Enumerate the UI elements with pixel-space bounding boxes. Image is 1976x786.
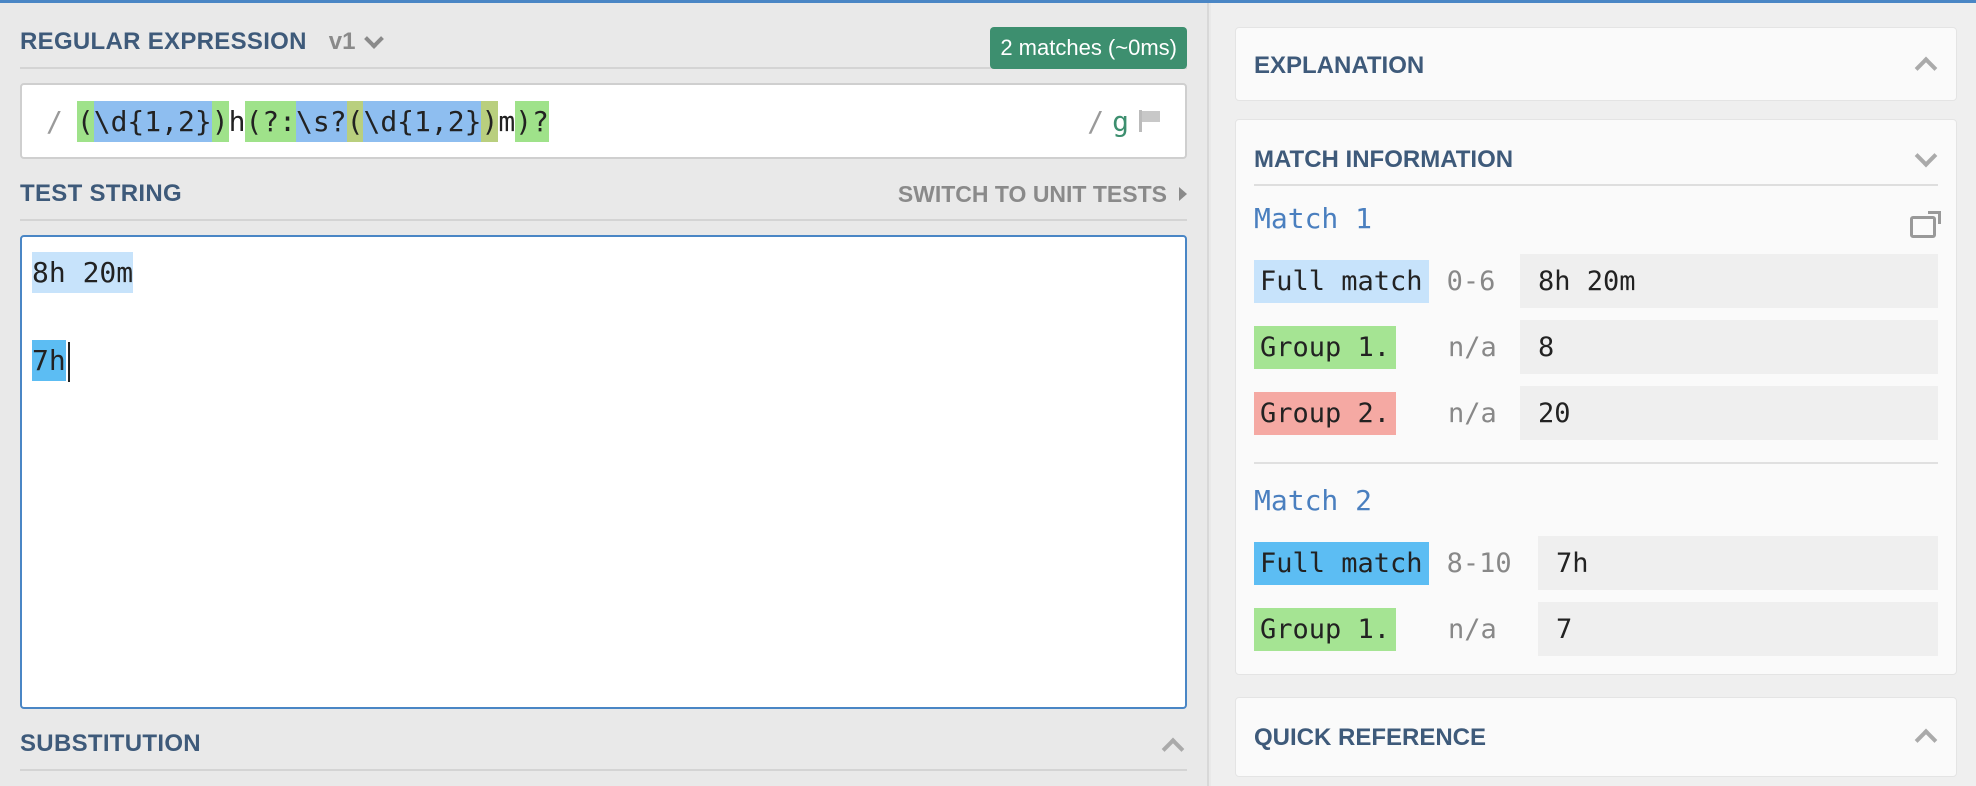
- editor-pane: REGULAR EXPRESSION v1 2 matches (~0ms) /…: [0, 3, 1209, 786]
- match-count-badge: 2 matches (~0ms): [990, 27, 1187, 69]
- version-label: v1: [328, 28, 356, 55]
- flag-icon[interactable]: [1137, 108, 1163, 134]
- match-range: n/a: [1448, 331, 1497, 363]
- chevron-down-icon: [364, 29, 385, 49]
- regex-token: (: [76, 100, 94, 142]
- regex-section-title: REGULAR EXPRESSION: [20, 28, 307, 55]
- match-value: 8h 20m: [1520, 254, 1938, 308]
- match-value: 7h: [1538, 536, 1938, 590]
- divider: [1254, 184, 1938, 186]
- match-range: 0-6: [1446, 265, 1496, 297]
- match-row: Group 1. n/a 7: [1254, 602, 1938, 656]
- caret-right-icon: [1179, 187, 1187, 201]
- chevron-up-icon[interactable]: [1914, 56, 1938, 80]
- test-string-editor[interactable]: 8h 20m 7h: [20, 235, 1187, 709]
- highlighted-match: 8h 20m: [32, 252, 134, 293]
- match-title: Match 2: [1254, 484, 1373, 517]
- share-icon[interactable]: [1910, 211, 1941, 238]
- switch-to-unit-tests-link[interactable]: SWITCH TO UNIT TESTS: [898, 181, 1187, 208]
- regex-delimiter-open: /: [46, 104, 63, 138]
- match-row: Full match 0-6 8h 20m: [1254, 254, 1938, 308]
- group-2-label: Group 2.: [1254, 391, 1397, 435]
- regex-token: (?:: [245, 100, 297, 142]
- regex-token: ): [481, 100, 499, 142]
- match-value: 7: [1538, 602, 1938, 656]
- quick-reference-title: QUICK REFERENCE: [1254, 724, 1487, 751]
- highlighted-match: 7h: [32, 340, 66, 381]
- regex-flags[interactable]: g: [1112, 105, 1129, 138]
- regex-token: h: [228, 104, 246, 138]
- substitution-title: SUBSTITUTION: [20, 730, 201, 757]
- text-caret: [67, 342, 70, 382]
- regex-delimiter-close: /: [1087, 104, 1105, 138]
- explanation-title: EXPLANATION: [1254, 52, 1425, 79]
- match-row: Group 2. n/a 20: [1254, 386, 1938, 440]
- regex-input[interactable]: / ( \d{1,2} ) h (?: \s? ( \d{1,2} ) m )?…: [20, 83, 1187, 159]
- regex-flags-area[interactable]: / g: [1087, 85, 1163, 157]
- version-dropdown[interactable]: v1: [328, 28, 385, 56]
- match-value: 20: [1520, 386, 1938, 440]
- regex-token: )?: [515, 100, 549, 142]
- full-match-label: Full match: [1254, 259, 1429, 303]
- match-value: 8: [1520, 320, 1938, 374]
- regex-token: \s?: [296, 100, 347, 142]
- group-1-label: Group 1.: [1254, 325, 1397, 369]
- test-line: 8h 20m: [32, 251, 1175, 295]
- test-line: [32, 295, 1175, 339]
- regex-token: m: [498, 104, 516, 138]
- regex-token: ): [211, 100, 229, 142]
- match-range: n/a: [1448, 397, 1497, 429]
- test-line: 7h: [32, 339, 1175, 383]
- group-1-label: Group 1.: [1254, 607, 1397, 651]
- test-string-title: TEST STRING: [20, 180, 182, 207]
- chevron-up-icon[interactable]: [1161, 737, 1185, 761]
- switch-label: SWITCH TO UNIT TESTS: [897, 180, 1167, 207]
- divider: [1254, 462, 1938, 464]
- test-string-header: TEST STRING SWITCH TO UNIT TESTS: [20, 169, 1187, 221]
- match-information-panel: MATCH INFORMATION Match 1 Full match 0-6…: [1235, 119, 1957, 675]
- match-row: Full match 8-10 7h: [1254, 536, 1938, 590]
- regex-token: (: [346, 100, 364, 142]
- match-row: Group 1. n/a 8: [1254, 320, 1938, 374]
- regex-section-header: REGULAR EXPRESSION v1 2 matches (~0ms): [20, 17, 1187, 69]
- quick-reference-panel[interactable]: QUICK REFERENCE: [1235, 697, 1957, 777]
- match-information-title: MATCH INFORMATION: [1254, 146, 1514, 173]
- regex-text[interactable]: ( \d{1,2} ) h (?: \s? ( \d{1,2} ) m )?: [76, 100, 549, 142]
- regex-token: \d{1,2}: [93, 100, 212, 142]
- match-range: 8-10: [1446, 547, 1512, 579]
- chevron-down-icon[interactable]: [1914, 144, 1938, 168]
- substitution-header[interactable]: SUBSTITUTION: [20, 719, 1187, 771]
- sidebar-pane: EXPLANATION MATCH INFORMATION Match 1 Fu…: [1211, 3, 1976, 786]
- match-range: n/a: [1448, 613, 1497, 645]
- regex-token: \d{1,2}: [363, 100, 482, 142]
- match-title: Match 1: [1254, 202, 1373, 235]
- full-match-label: Full match: [1254, 541, 1429, 585]
- explanation-panel[interactable]: EXPLANATION: [1235, 27, 1957, 101]
- chevron-up-icon[interactable]: [1914, 728, 1938, 752]
